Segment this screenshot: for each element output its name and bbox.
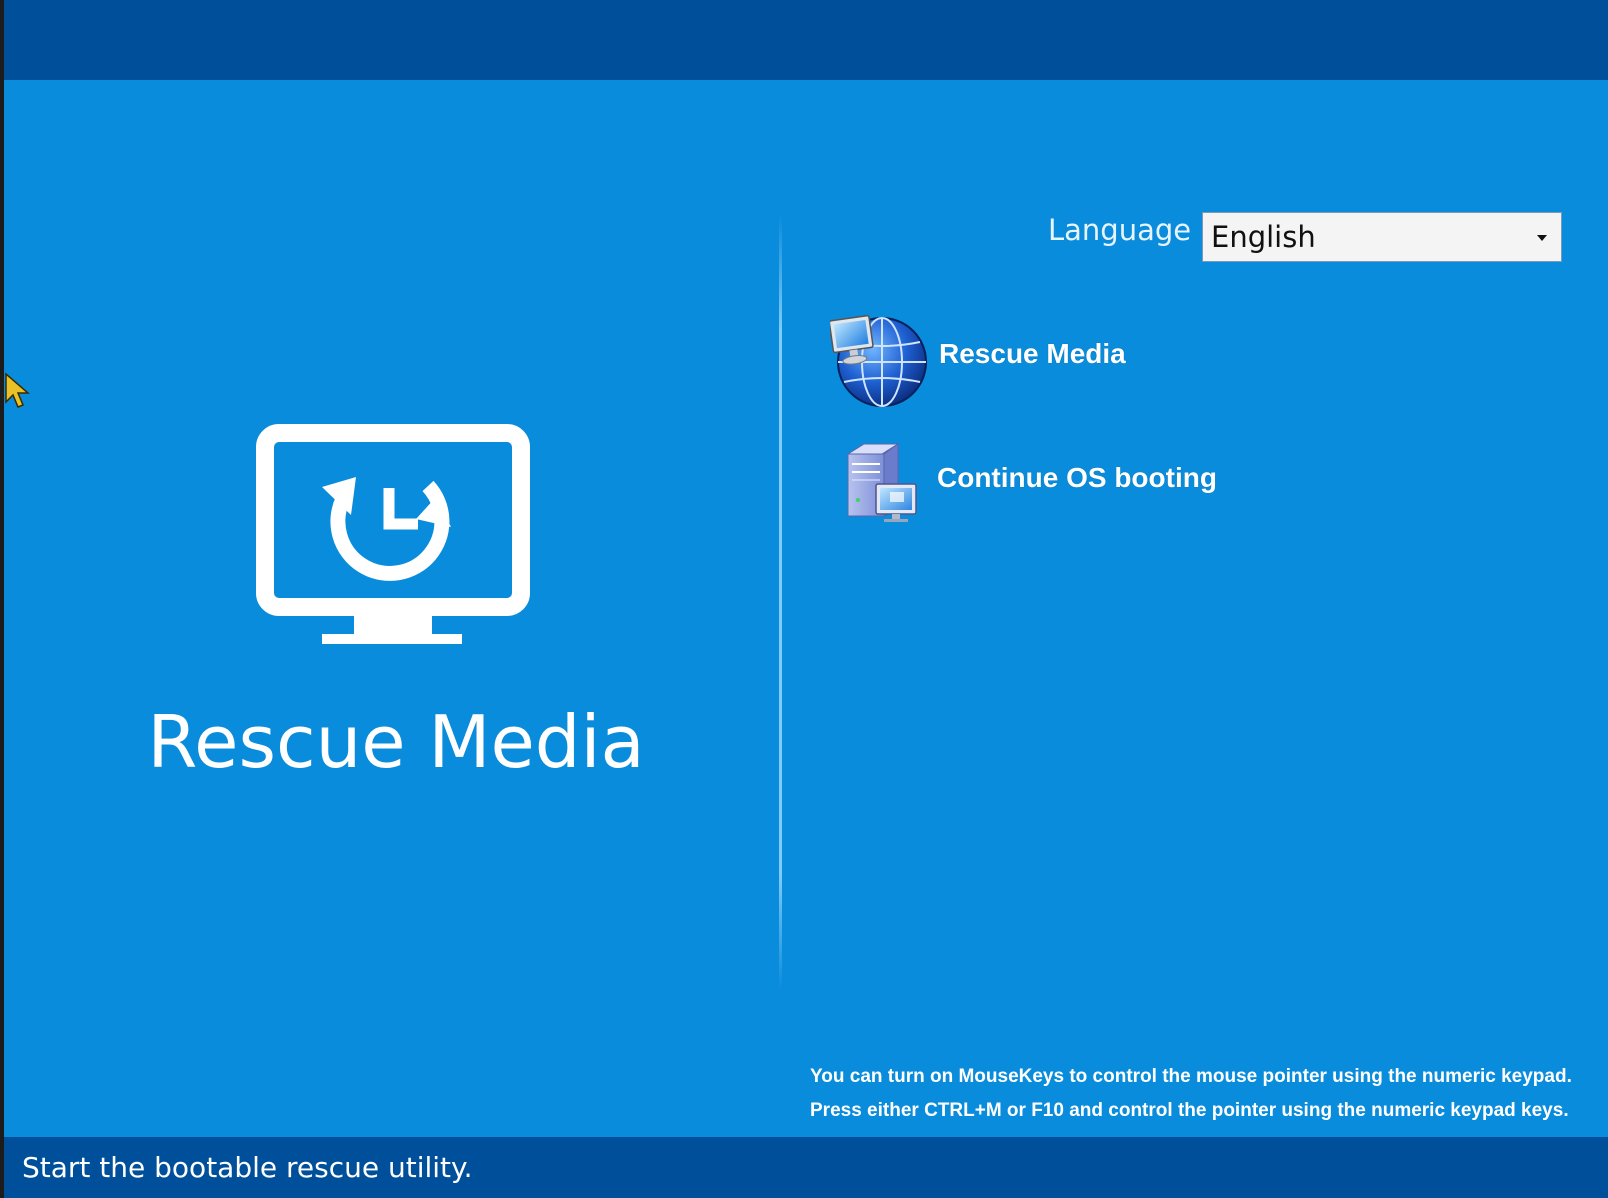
hint-line-2: Press either CTRL+M or F10 and control t… — [810, 1100, 1569, 1121]
mouse-pointer-icon — [5, 372, 31, 408]
language-select-value: English — [1211, 220, 1316, 254]
menu-item-rescue-media[interactable]: Rescue Media — [830, 310, 1130, 410]
mousekeys-hint: You can turn on MouseKeys to control the… — [810, 1060, 1572, 1128]
menu-item-continue-os-booting[interactable]: Continue OS booting — [838, 440, 1217, 540]
language-label: Language — [1048, 213, 1192, 247]
rescue-media-screen: Rescue Media Language English Rescue Med… — [4, 0, 1608, 1198]
language-select[interactable]: English — [1202, 212, 1562, 262]
chevron-down-icon — [1537, 235, 1547, 241]
pc-tower-icon — [846, 443, 917, 522]
top-bar — [4, 0, 1608, 80]
divider — [779, 215, 782, 990]
status-text: Start the bootable rescue utility. — [22, 1151, 473, 1184]
hero-title: Rescue Media — [147, 700, 645, 784]
hint-line-1: You can turn on MouseKeys to control the… — [810, 1066, 1572, 1087]
menu-item-label: Rescue Media — [939, 338, 1126, 369]
menu-item-label: Continue OS booting — [937, 462, 1217, 493]
monitor-restore-clock-icon — [256, 424, 530, 644]
globe-computer-icon — [830, 314, 927, 407]
